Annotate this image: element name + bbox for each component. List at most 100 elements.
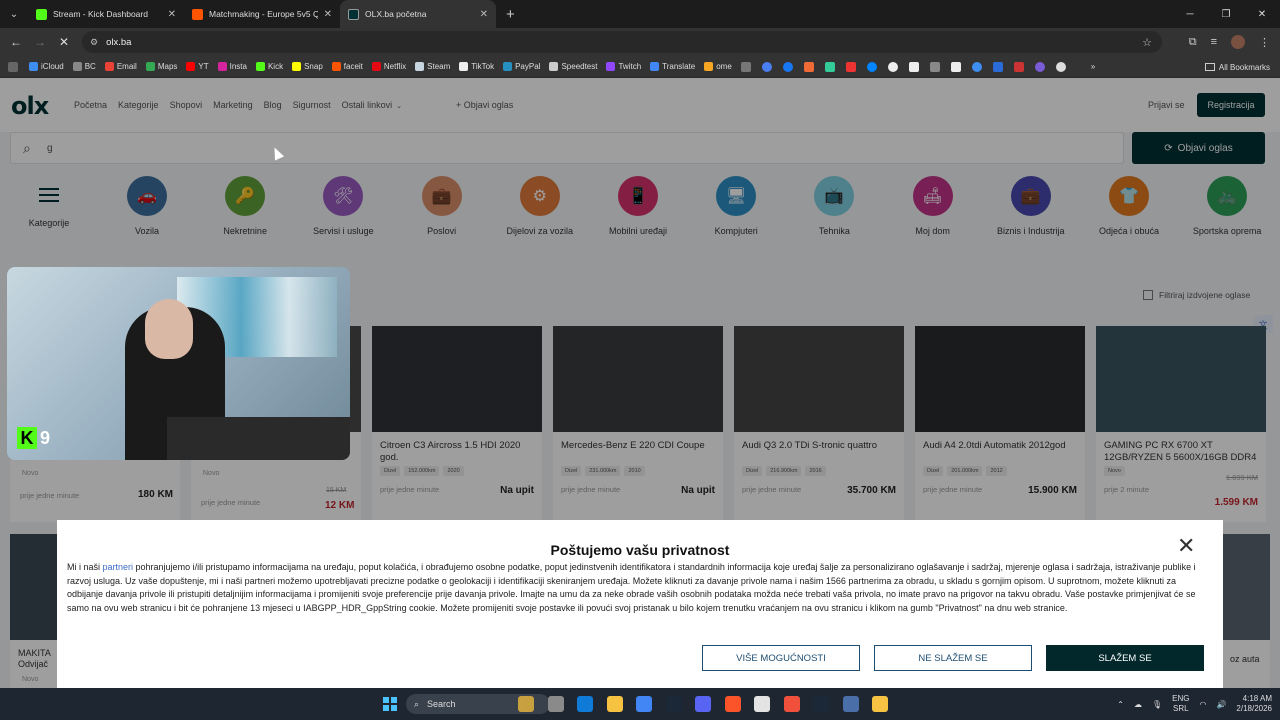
listing-card[interactable]: Audi Q3 2.0 TDi S-tronic quattro Dizel 216… — [734, 326, 904, 522]
close-icon[interactable]: ✕ — [324, 9, 332, 20]
menu-icon[interactable]: ⋮ — [1259, 36, 1270, 49]
bookmark-paypal[interactable]: PayPal — [503, 62, 540, 71]
extensions-icon[interactable]: ⧉ — [1189, 36, 1197, 49]
bookmark-bc[interactable]: BC — [72, 62, 96, 71]
category-item[interactable]: ⚙ Dijelovi za vozila — [495, 176, 585, 236]
listing-card[interactable]: Citroen C3 Aircross 1.5 HDI 2020 god. Diz… — [372, 326, 542, 522]
bookmark-icon[interactable] — [824, 61, 835, 72]
taskbar-app-icon[interactable] — [724, 696, 741, 712]
bookmark-yt[interactable]: YT — [186, 62, 209, 71]
wifi-icon[interactable]: ◠ — [1199, 700, 1206, 709]
listing-card[interactable]: Audi A4 2.0tdi Automatik 2012god Dizel 201… — [915, 326, 1085, 522]
taskbar-app-icon[interactable] — [547, 696, 564, 712]
post-ad-link[interactable]: + Objavi oglas — [456, 100, 513, 110]
nav-blog[interactable]: Blog — [264, 100, 282, 110]
login-link[interactable]: Prijavi se — [1148, 100, 1185, 110]
nav-kategorije[interactable]: Kategorije — [118, 100, 159, 110]
bookmark-icon[interactable] — [761, 61, 772, 72]
category-item[interactable]: 💼 Biznis i Industrija — [986, 176, 1076, 236]
bookmark-icloud[interactable]: iCloud — [29, 62, 64, 71]
category-item[interactable]: 🛋 Moj dom — [888, 176, 978, 236]
register-button[interactable]: Registracija — [1197, 93, 1265, 117]
all-bookmarks[interactable]: All Bookmarks — [1204, 56, 1270, 78]
volume-icon[interactable]: 🔊 — [1216, 700, 1226, 709]
category-item[interactable]: 🖥 Kompjuteri — [691, 176, 781, 236]
bookmark-ome[interactable]: ome — [704, 62, 732, 71]
category-item[interactable]: 🚲 Sportska oprema — [1182, 176, 1272, 236]
category-item[interactable]: 📺 Tehnika — [789, 176, 879, 236]
bookmark-speedtest[interactable]: Speedtest — [549, 62, 597, 71]
accept-button[interactable]: SLAŽEM SE — [1046, 645, 1204, 671]
more-bookmarks-icon[interactable]: » — [1091, 62, 1095, 71]
bookmark-kick[interactable]: Kick — [255, 62, 283, 71]
bookmark-maps[interactable]: Maps — [145, 62, 177, 71]
wikipedia-icon[interactable] — [950, 61, 961, 72]
tab-olx[interactable]: OLX.ba početna ✕ — [340, 0, 496, 28]
tab-kick[interactable]: Stream - Kick Dashboard ✕ — [28, 0, 184, 28]
bookmark-tiktok[interactable]: TikTok — [459, 62, 494, 71]
taskbar-app-icon[interactable] — [754, 696, 770, 712]
bookmark-translate[interactable]: Translate — [650, 62, 695, 71]
clock[interactable]: 4:18 AM 2/18/2026 — [1236, 694, 1272, 714]
forward-icon[interactable]: → — [28, 35, 52, 49]
filter-featured[interactable]: Filtriraj izdvojene oglase — [1143, 290, 1250, 300]
taskbar-app-icon[interactable] — [872, 696, 888, 712]
nav-marketing[interactable]: Marketing — [213, 100, 253, 110]
bookmark-snap[interactable]: Snap — [292, 62, 323, 71]
back-icon[interactable]: ← — [4, 35, 28, 49]
bookmark-steam[interactable]: Steam — [415, 62, 450, 71]
nav-more[interactable]: Ostali linkovi ⌄ — [342, 100, 402, 110]
bookmark-twitch[interactable]: Twitch — [606, 62, 641, 71]
facebook-icon[interactable] — [782, 61, 793, 72]
taskbar-app-icon[interactable] — [783, 696, 800, 712]
chevron-up-icon[interactable]: ⌃ — [1117, 700, 1124, 709]
new-tab-button[interactable]: + — [506, 6, 515, 23]
bookmark-icon[interactable] — [1055, 61, 1066, 72]
media-icon[interactable]: ≡ — [1211, 36, 1217, 48]
minimize-icon[interactable]: ─ — [1172, 0, 1208, 28]
close-icon[interactable]: ✕ — [1177, 535, 1195, 557]
bookmark-faceit[interactable]: faceit — [331, 62, 363, 71]
taskbar-app-icon[interactable] — [665, 696, 682, 712]
bookmark-icon[interactable] — [845, 61, 856, 72]
category-item[interactable]: 🚗 Vozila — [102, 176, 192, 236]
taskbar-app-icon[interactable] — [842, 696, 859, 712]
category-item[interactable]: 💼 Poslovi — [397, 176, 487, 236]
language-indicator[interactable]: ENG SRL — [1172, 694, 1189, 714]
cloud-icon[interactable]: ☁ — [1134, 700, 1142, 709]
bookmark-icon[interactable] — [803, 61, 814, 72]
search-input[interactable]: ⌕ g — [10, 132, 1124, 164]
category-item[interactable]: 👕 Odjeća i obuća — [1084, 176, 1174, 236]
close-icon[interactable]: ✕ — [480, 9, 488, 20]
category-kategorije[interactable]: Kategorije — [4, 176, 94, 228]
decline-button[interactable]: NE SLAŽEM SE — [874, 645, 1032, 671]
avatar[interactable] — [1231, 35, 1245, 49]
x-icon[interactable] — [908, 61, 919, 72]
category-item[interactable]: 🔑 Nekretnine — [200, 176, 290, 236]
tab-faceit[interactable]: Matchmaking - Europe 5v5 Que ✕ — [184, 0, 340, 28]
bookmark-icon[interactable] — [1034, 61, 1045, 72]
messenger-icon[interactable] — [866, 61, 877, 72]
listing-card[interactable]: GAMING PC RX 6700 XT 12GB/RYZEN 5 5600X/… — [1096, 326, 1266, 522]
bookmark-star-icon[interactable]: ☆ — [1142, 36, 1152, 49]
mic-icon[interactable]: 🎙 — [1152, 700, 1162, 709]
nav-pocetna[interactable]: Početna — [74, 100, 107, 110]
url-input[interactable]: ⚙ olx.ba ☆ — [82, 31, 1162, 53]
bookmark-insta[interactable]: Insta — [217, 62, 247, 71]
tab-search-icon[interactable]: ⌄ — [0, 0, 28, 28]
bookmark-icon[interactable] — [740, 61, 751, 72]
github-icon[interactable] — [887, 61, 898, 72]
more-options-button[interactable]: VIŠE MOGUĆNOSTI — [702, 645, 860, 671]
bookmark-icon[interactable] — [971, 61, 982, 72]
site-info-icon[interactable]: ⚙ — [90, 37, 98, 48]
windows-start-icon[interactable] — [383, 697, 397, 711]
close-icon[interactable]: ✕ — [168, 9, 176, 20]
taskbar-app-icon[interactable] — [577, 696, 593, 712]
stop-loading-icon[interactable]: ✕ — [52, 35, 76, 49]
category-item[interactable]: 🛠 Servisi i usluge — [298, 176, 388, 236]
partners-link[interactable]: partneri — [103, 562, 134, 572]
nav-sigurnost[interactable]: Sigurnost — [293, 100, 331, 110]
post-ad-button[interactable]: ⟳ Objavi oglas — [1132, 132, 1265, 164]
bookmark-netflix[interactable]: Netflix — [371, 62, 406, 71]
bookmark-email[interactable]: Email — [104, 62, 137, 71]
